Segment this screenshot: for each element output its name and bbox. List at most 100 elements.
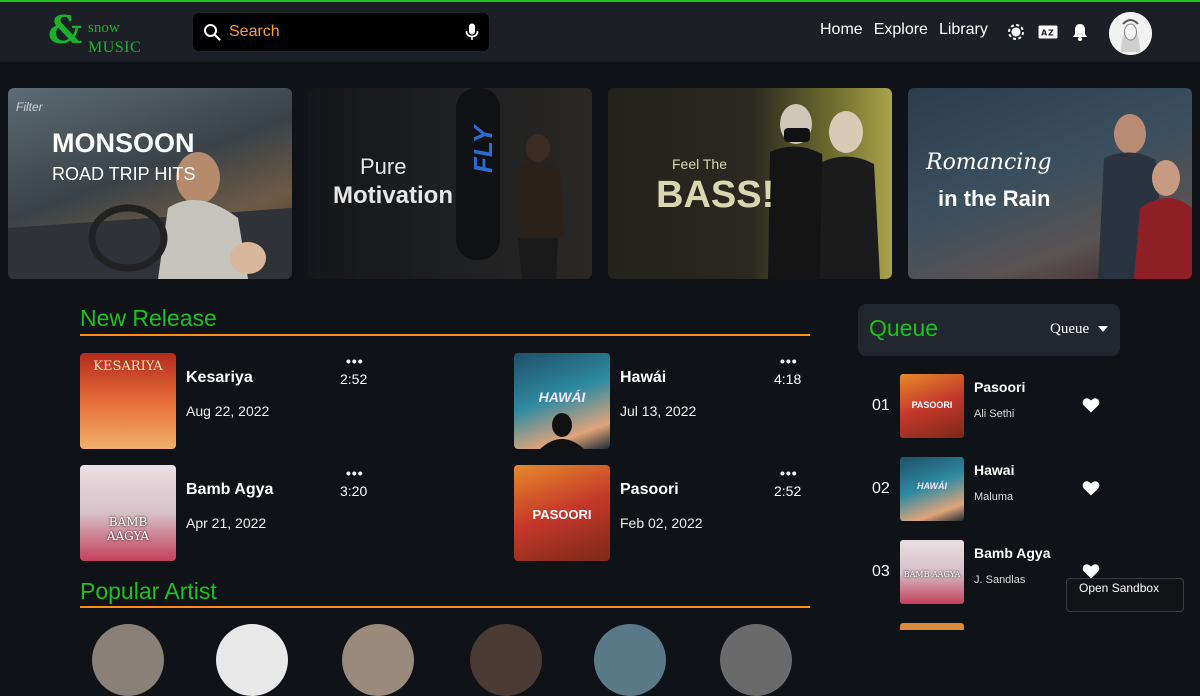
queue-item[interactable]: 02 HAWÁI Hawai Maluma	[858, 457, 1120, 521]
queue-title: Queue	[869, 315, 939, 341]
heart-icon[interactable]	[1082, 397, 1100, 413]
cover-text: HAWÁI	[917, 481, 947, 491]
song-card[interactable]: BAMB AAGYA Bamb Agya Apr 21, 2022 ••• 3:…	[80, 465, 380, 561]
song-card[interactable]: PASOORI Pasoori Feb 02, 2022 ••• 2:52	[514, 465, 814, 561]
queue-song-name: Bamb Agya	[974, 545, 1051, 561]
queue-song-name: Pasoori	[974, 379, 1026, 395]
queue-select[interactable]: Queue	[1050, 321, 1089, 338]
song-menu-icon[interactable]: •••	[780, 465, 798, 481]
svg-text:Z: Z	[1048, 29, 1054, 38]
logo-bottom-text: MUSIC	[88, 39, 142, 56]
queue-number: 02	[872, 480, 890, 497]
avatar-image	[1109, 12, 1152, 55]
open-sandbox-button[interactable]: Open Sandbox	[1066, 578, 1184, 612]
svg-text:A: A	[1041, 29, 1048, 38]
artist-avatar[interactable]	[470, 624, 542, 696]
banner-title: Romancing	[926, 150, 1052, 175]
logo-mark: &	[48, 7, 83, 52]
banner-title: Feel The	[672, 156, 727, 172]
main-nav: Home Explore Library	[820, 21, 999, 39]
artist-avatar[interactable]	[720, 624, 792, 696]
cover-text: BAMB AAGYA	[903, 570, 961, 579]
popular-artist-divider	[80, 606, 810, 608]
banner-monsoon[interactable]: Filter MONSOON ROAD TRIP HITS	[8, 88, 292, 279]
mic-icon[interactable]	[465, 23, 479, 41]
song-date: Feb 02, 2022	[620, 515, 703, 531]
song-name: Hawái	[620, 369, 667, 386]
artist-avatar[interactable]	[92, 624, 164, 696]
song-duration: 3:20	[340, 483, 368, 499]
song-cover: HAWÁI	[514, 353, 610, 449]
queue-artist: Maluma	[974, 491, 1014, 503]
nav-explore[interactable]: Explore	[874, 21, 928, 39]
song-menu-icon[interactable]: •••	[780, 353, 798, 369]
song-duration: 2:52	[774, 483, 802, 499]
avatar[interactable]	[1109, 12, 1152, 55]
logo[interactable]: & snow MUSIC	[48, 7, 158, 57]
song-name: Bamb Agya	[186, 481, 274, 498]
brightness-icon[interactable]	[1006, 22, 1026, 42]
queue-cover: BAMB AAGYA	[900, 540, 964, 604]
banner-corner-text: Filter	[16, 100, 43, 114]
song-name: Kesariya	[186, 369, 253, 386]
song-cover: BAMB AAGYA	[80, 465, 176, 561]
song-date: Aug 22, 2022	[186, 403, 270, 419]
queue-number: 03	[872, 563, 890, 580]
banner-title: Pure	[360, 154, 407, 179]
artist-avatar[interactable]	[594, 624, 666, 696]
queue-cover: HAWÁI	[900, 457, 964, 521]
queue-artist: Ali Sethi	[974, 408, 1015, 420]
heart-icon[interactable]	[1082, 480, 1100, 496]
translate-icon[interactable]: A Z	[1038, 22, 1058, 42]
banner-subtitle: in the Rain	[938, 186, 1051, 211]
cover-text: PASOORI	[911, 400, 953, 410]
queue-item[interactable]	[858, 623, 1120, 630]
queue-item[interactable]: 01 PASOORI Pasoori Ali Sethi	[858, 374, 1120, 438]
song-menu-icon[interactable]: •••	[346, 465, 364, 481]
song-card[interactable]: KESARIYA Kesariya Aug 22, 2022 ••• 2:52	[80, 353, 380, 449]
artist-avatar[interactable]	[342, 624, 414, 696]
banner-title: MONSOON	[52, 128, 195, 158]
queue-header: Queue Queue	[858, 304, 1120, 356]
popular-artist-title: Popular Artist	[80, 578, 217, 604]
new-release-title: New Release	[80, 305, 217, 331]
heart-icon[interactable]	[1082, 563, 1100, 579]
banner-subtitle: Motivation	[333, 182, 453, 209]
song-menu-icon[interactable]: •••	[346, 353, 364, 369]
banner-romancing[interactable]: Romancing in the Rain	[908, 88, 1192, 279]
banner-side-text: FLY	[468, 125, 498, 173]
song-duration: 4:18	[774, 371, 802, 387]
queue-song-name: Hawai	[974, 462, 1015, 478]
nav-library[interactable]: Library	[939, 21, 988, 39]
song-duration: 2:52	[340, 371, 368, 387]
chevron-down-icon[interactable]	[1098, 326, 1108, 332]
song-date: Apr 21, 2022	[186, 515, 267, 531]
cover-text: PASOORI	[532, 507, 592, 522]
top-bar: & snow MUSIC Home Explore Library A Z	[0, 2, 1200, 62]
search-input[interactable]	[229, 17, 449, 47]
queue-cover: PASOORI	[900, 374, 964, 438]
song-cover: PASOORI	[514, 465, 610, 561]
queue-cover	[900, 623, 964, 630]
search-icon[interactable]	[203, 23, 221, 41]
artist-avatar[interactable]	[216, 624, 288, 696]
banner-art	[1098, 114, 1192, 279]
bell-icon[interactable]	[1070, 22, 1090, 42]
song-name: Pasoori	[620, 481, 679, 498]
search-bar	[193, 13, 489, 51]
queue-artist: J. Sandlas	[974, 574, 1026, 586]
new-release-divider	[80, 334, 810, 336]
cover-text: BAMB AAGYA	[106, 515, 150, 543]
song-date: Jul 13, 2022	[620, 403, 697, 419]
banner-subtitle: ROAD TRIP HITS	[52, 164, 196, 184]
queue-number: 01	[872, 397, 890, 414]
nav-home[interactable]: Home	[820, 21, 863, 39]
cover-art	[540, 413, 584, 449]
song-card[interactable]: HAWÁI Hawái Jul 13, 2022 ••• 4:18	[514, 353, 814, 449]
song-cover: KESARIYA	[80, 353, 176, 449]
banner-bass[interactable]: Feel The BASS!	[608, 88, 892, 279]
banner-motivation[interactable]: FLY Pure Motivation	[308, 88, 592, 279]
banner-subtitle: BASS!	[656, 174, 775, 216]
logo-top-text: snow	[88, 20, 120, 36]
cover-text: KESARIYA	[93, 359, 163, 374]
